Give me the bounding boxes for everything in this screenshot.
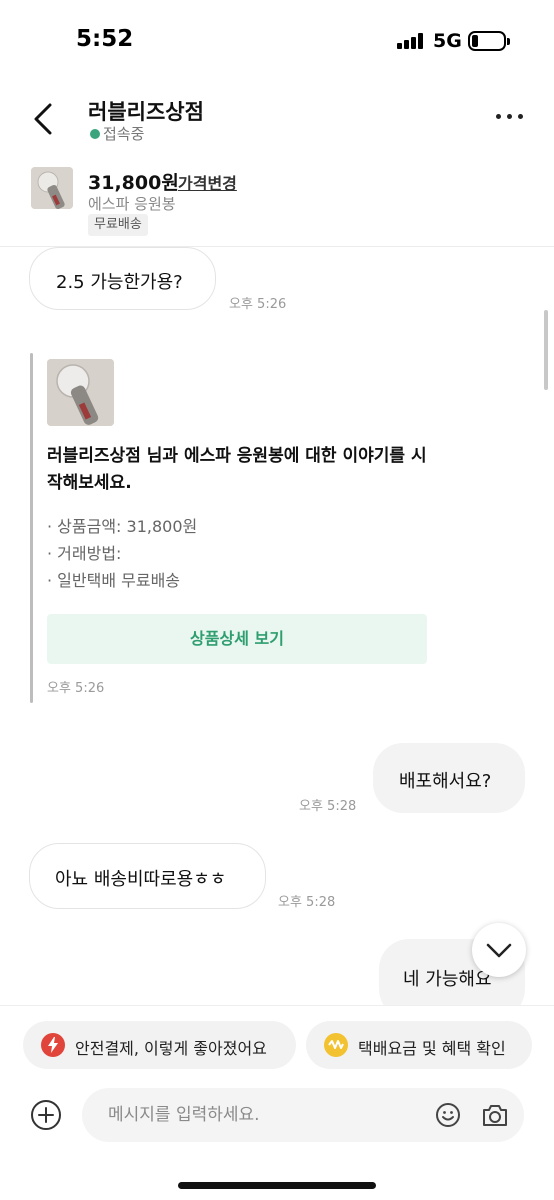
message-bubble-outgoing[interactable]: 배포해서요? bbox=[373, 743, 525, 813]
more-options-icon[interactable] bbox=[496, 114, 526, 124]
product-card-method-label: · 거래방법: bbox=[47, 544, 122, 563]
status-bar: 5:52 5G bbox=[0, 0, 554, 84]
scrollbar[interactable] bbox=[544, 310, 548, 390]
message-text: 배포해서요? bbox=[399, 771, 492, 792]
product-name: 에스파 응원봉 bbox=[88, 195, 176, 213]
safe-payment-chip[interactable]: 안전결제, 이렇게 좋아졌어요 bbox=[23, 1021, 296, 1069]
product-price: 31,800원 bbox=[88, 172, 179, 194]
network-type: 5G bbox=[433, 30, 462, 52]
status-time: 5:52 bbox=[76, 26, 134, 52]
product-thumbnail[interactable] bbox=[31, 167, 73, 209]
chat-header: 러블리즈상점 접속중 bbox=[0, 84, 554, 154]
shop-name[interactable]: 러블리즈상점 bbox=[88, 96, 204, 126]
chip-label: 안전결제, 이렇게 좋아졌어요 bbox=[75, 1039, 267, 1058]
scroll-to-bottom-button[interactable] bbox=[472, 923, 526, 977]
product-detail-button[interactable]: 상품상세 보기 bbox=[47, 614, 427, 664]
product-card-method-value: · 일반택배 무료배송 bbox=[47, 571, 181, 590]
emoji-icon[interactable] bbox=[435, 1102, 461, 1128]
message-time: 오후 5:28 bbox=[278, 895, 336, 910]
message-bubble-incoming[interactable]: 2.5 가능한가용? bbox=[29, 247, 216, 310]
add-attachment-icon[interactable] bbox=[30, 1099, 62, 1131]
message-text: 2.5 가능한가용? bbox=[56, 272, 183, 293]
product-card-thumbnail[interactable] bbox=[47, 359, 114, 426]
home-indicator bbox=[178, 1182, 376, 1189]
chip-label: 택배요금 및 혜택 확인 bbox=[358, 1039, 506, 1058]
message-time: 오후 5:28 bbox=[299, 799, 357, 814]
price-change-link[interactable]: 가격변경 bbox=[178, 170, 237, 194]
product-summary[interactable]: 31,800원 가격변경 에스파 응원봉 무료배송 bbox=[0, 160, 554, 248]
lightning-icon bbox=[41, 1033, 65, 1057]
online-status: 접속중 bbox=[103, 125, 145, 143]
message-text: 아뇨 배송비따로용ㅎㅎ bbox=[55, 869, 227, 890]
bottom-bar: 안전결제, 이렇게 좋아졌어요 택배요금 및 혜택 확인 bbox=[0, 1005, 554, 1200]
message-time: 오후 5:26 bbox=[47, 681, 105, 696]
shipping-fee-chip[interactable]: 택배요금 및 혜택 확인 bbox=[306, 1021, 532, 1069]
back-arrow-icon[interactable] bbox=[30, 102, 60, 136]
message-time: 오후 5:26 bbox=[229, 297, 287, 312]
camera-icon[interactable] bbox=[481, 1102, 509, 1128]
chat-message-list[interactable]: 2.5 가능한가용? 오후 5:26 러블리즈상점 님과 에스파 응원봉에 대한… bbox=[0, 247, 554, 1005]
product-card-bar bbox=[30, 353, 33, 703]
signal-icon bbox=[397, 33, 425, 49]
product-card-price: · 상품금액: 31,800원 bbox=[47, 517, 198, 536]
coin-icon bbox=[324, 1033, 348, 1057]
shipping-badge: 무료배송 bbox=[88, 214, 148, 236]
battery-icon bbox=[468, 31, 510, 51]
message-bubble-incoming[interactable]: 아뇨 배송비따로용ㅎㅎ bbox=[29, 843, 266, 909]
chevron-down-icon bbox=[486, 943, 512, 958]
online-status-dot bbox=[90, 129, 100, 139]
product-card-title: 러블리즈상점 님과 에스파 응원봉에 대한 이야기를 시작해보세요. bbox=[47, 446, 427, 493]
